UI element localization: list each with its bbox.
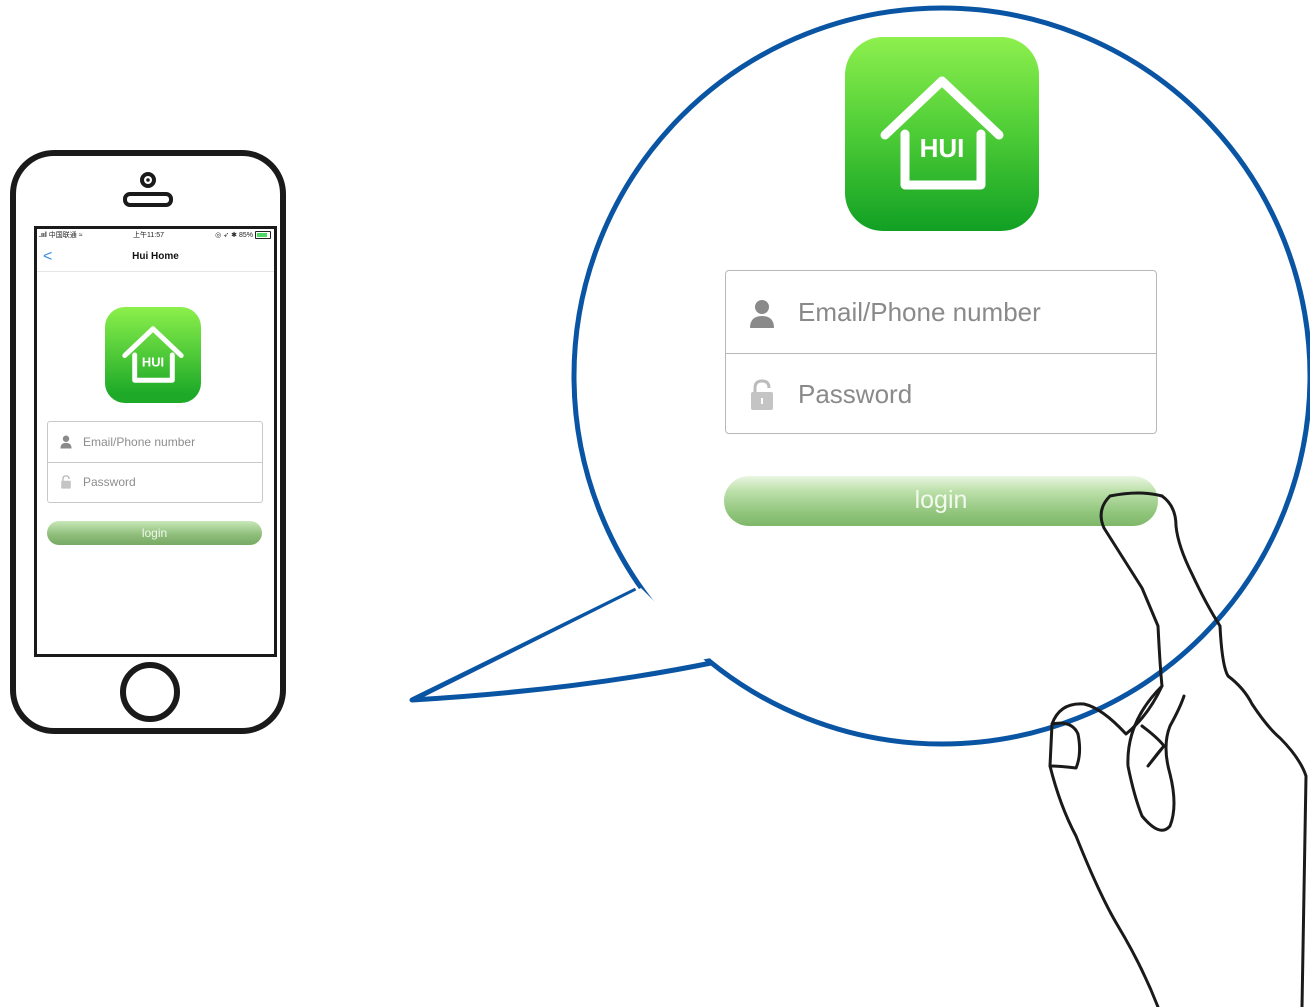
- login-form-large: [725, 270, 1157, 435]
- home-icon-large: HUI: [880, 76, 1004, 190]
- email-field-large[interactable]: [798, 271, 1138, 353]
- lock-icon-large: [751, 379, 773, 410]
- email-row-large: [726, 271, 1156, 354]
- app-logo-large: HUI: [845, 37, 1039, 231]
- user-icon-large: [750, 300, 774, 328]
- password-row-large: [726, 353, 1156, 435]
- pointing-hand-illustration: [1048, 491, 1308, 1007]
- svg-text:HUI: HUI: [920, 133, 965, 163]
- password-field-large[interactable]: [798, 353, 1138, 435]
